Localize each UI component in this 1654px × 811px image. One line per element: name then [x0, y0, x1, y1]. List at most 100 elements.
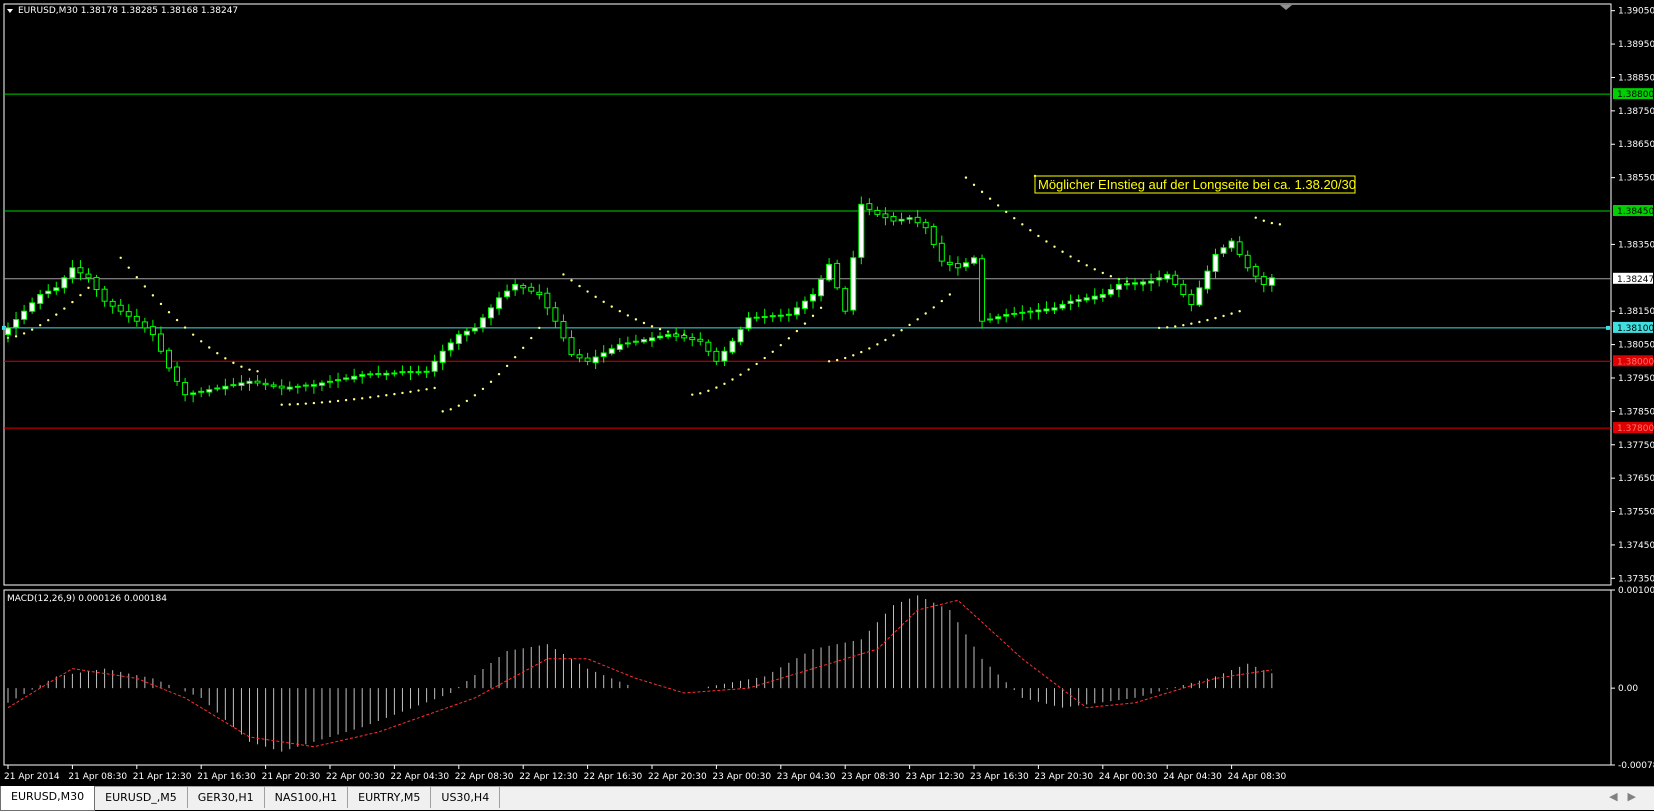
candle-body [439, 350, 446, 363]
price-tick-label: 1.37850 [1618, 407, 1654, 417]
sar-dot [819, 306, 823, 310]
sar-dot [304, 402, 308, 405]
time-tick-label: 22 Apr 12:30 [519, 772, 578, 782]
price-tick-label: 1.37650 [1618, 474, 1654, 484]
price-tick-label: 1.37950 [1618, 374, 1654, 384]
candle-body [624, 342, 631, 345]
candle-body [5, 327, 11, 336]
sar-dot [1037, 234, 1040, 238]
price-tick-label: 1.38750 [1618, 107, 1654, 117]
sar-dot [642, 321, 646, 325]
candle-body [681, 335, 688, 339]
candle-body [834, 262, 841, 289]
candle-body [737, 329, 744, 343]
sar-dot [586, 290, 589, 293]
sar-dot [465, 399, 469, 403]
sar-dot [924, 312, 927, 315]
candle-body [584, 357, 591, 362]
candle-body [801, 300, 808, 309]
candle-body [504, 290, 511, 298]
candle-body [488, 307, 494, 319]
sar-dot [932, 306, 935, 309]
sar-dot [1222, 314, 1225, 318]
tab-eurusd-m5[interactable]: EURUSD_,M5 [95, 787, 188, 808]
tab-scroll-arrows-icon[interactable]: ◀▶ [1609, 790, 1646, 803]
candle-body [729, 340, 736, 353]
candle-body [818, 278, 825, 297]
candle-body [125, 311, 132, 317]
sar-dot [972, 183, 976, 187]
sar-dot [844, 356, 847, 360]
sar-dot [39, 324, 42, 327]
candle-body [616, 344, 623, 350]
candle-body [455, 334, 462, 344]
candle-body [930, 225, 937, 245]
sar-dot [1230, 312, 1233, 315]
sar-dot [1214, 316, 1217, 320]
sar-dot [513, 355, 517, 359]
candle-body [157, 333, 164, 352]
candle-body [608, 348, 615, 354]
candle-body [423, 370, 430, 373]
candle-body [206, 389, 213, 393]
macd-tick-label: 0.001005 [1618, 586, 1654, 596]
sar-dot [980, 190, 984, 194]
sar-dot [336, 399, 340, 403]
sar-dot [377, 395, 380, 398]
annotation-anchor [1033, 174, 1037, 178]
price-tick-label: 1.38550 [1618, 174, 1654, 184]
time-tick-label: 24 Apr 08:30 [1228, 772, 1287, 782]
symbol-header: EURUSD,M30 1.38178 1.38285 1.38168 1.382… [18, 6, 238, 16]
sar-dot [578, 284, 581, 288]
candle-body [1099, 294, 1106, 298]
sar-dot [723, 382, 726, 386]
tab-eurtry-m5[interactable]: EURTRY,M5 [348, 787, 432, 808]
sar-dot [779, 343, 782, 347]
tab-nas100-h1[interactable]: NAS100,H1 [265, 787, 349, 808]
candle-body [1059, 304, 1066, 309]
sar-dot [248, 368, 251, 371]
sar-dot [457, 404, 460, 407]
candle-body [53, 287, 60, 291]
candle-body [552, 307, 559, 322]
sar-dot [55, 313, 58, 316]
time-tick-label: 23 Apr 20:30 [1034, 772, 1093, 782]
price-tick-label: 1.38650 [1618, 140, 1654, 150]
candle-body [21, 310, 28, 320]
candle-body [576, 354, 583, 359]
candle-body [230, 384, 237, 387]
sar-dot [393, 392, 396, 396]
price-chart[interactable]: 1.39050 1.38950 1.38850 1.38750 1.38650 1.385… [0, 0, 1654, 786]
sar-dot [344, 398, 348, 402]
candle-body [238, 382, 245, 387]
sar-dot [594, 295, 597, 299]
tab-eurusd-m30[interactable]: EURUSD,M30 [0, 786, 96, 811]
sar-dot [409, 390, 412, 393]
sar-dot [1045, 240, 1048, 243]
candle-body [906, 217, 913, 220]
candle-body [109, 300, 116, 307]
sar-dot [1061, 250, 1064, 253]
tab-us30-h4[interactable]: US30,H4 [431, 787, 501, 808]
candle-body [37, 294, 44, 304]
sar-dot [280, 403, 283, 406]
candle-body [665, 334, 672, 338]
candle-body [101, 288, 108, 302]
sar-dot [795, 329, 799, 333]
sar-dot [1109, 274, 1113, 278]
price-tick-label: 1.38050 [1618, 341, 1654, 351]
candle-body [520, 284, 527, 289]
candle-body [270, 384, 277, 387]
candle-body [190, 392, 197, 395]
sar-dot [787, 337, 791, 340]
candle-body [1244, 254, 1251, 269]
candle-body [705, 341, 712, 352]
sar-dot [159, 302, 163, 306]
candle-body [367, 373, 374, 376]
sar-dot [827, 360, 831, 363]
sar-dot [224, 357, 227, 360]
candle-body [640, 339, 647, 343]
tab-ger30-h1[interactable]: GER30,H1 [188, 787, 265, 808]
sar-dot [747, 368, 750, 371]
sar-dot [240, 365, 243, 368]
